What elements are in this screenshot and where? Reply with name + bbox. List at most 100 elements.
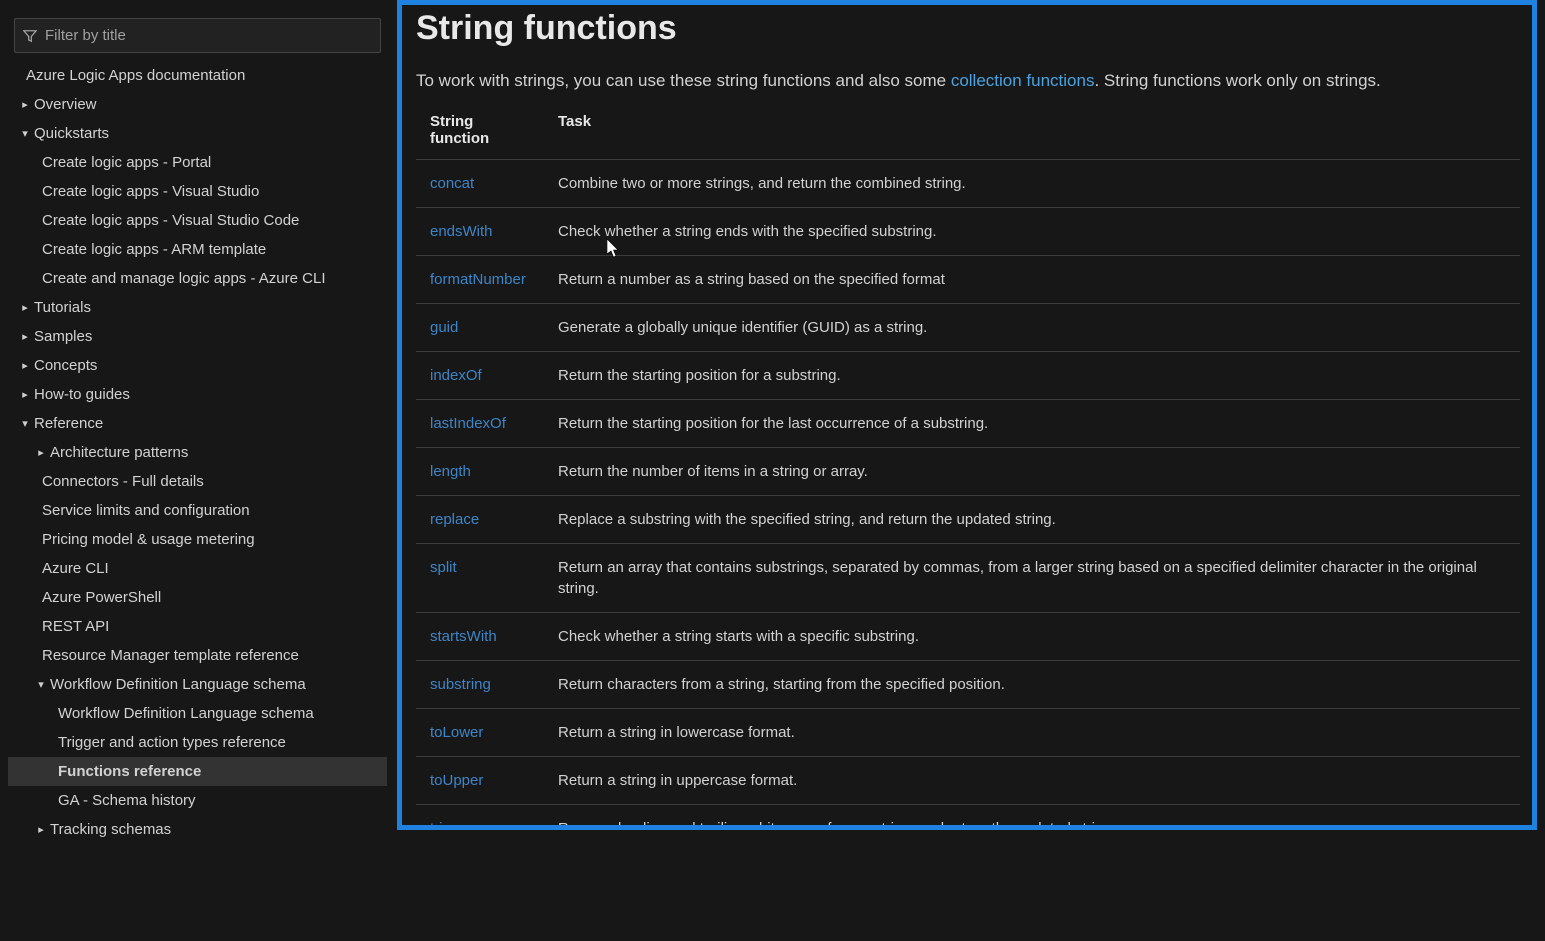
nav-label: Service limits and configuration [42, 502, 250, 519]
table-row: trimRemove leading and trailing whitespa… [416, 804, 1520, 830]
function-task-cell: Return the number of items in a string o… [544, 447, 1520, 495]
nav-label: Create logic apps - Portal [42, 154, 211, 171]
table-row: indexOfReturn the starting position for … [416, 351, 1520, 399]
table-row: split Return an array that contains subst… [416, 543, 1520, 612]
function-task-cell: Return a string in lowercase format. [544, 708, 1520, 756]
function-link[interactable]: formatNumber [430, 271, 526, 288]
nav-label: Workflow Definition Language schema [58, 705, 314, 722]
nav-samples[interactable]: ▸ Samples [8, 322, 387, 351]
nav-overview[interactable]: ▸ Overview [8, 90, 387, 119]
nav-label: Create logic apps - ARM template [42, 241, 266, 258]
function-link[interactable]: replace [430, 511, 479, 528]
table-row: endsWith Check whether a string ends with… [416, 207, 1520, 255]
nav-label: Trigger and action types reference [58, 734, 286, 751]
chevron-right-icon: ▸ [18, 388, 32, 401]
nav-root[interactable]: Azure Logic Apps documentation [8, 61, 387, 90]
nav-label: How-to guides [34, 386, 130, 403]
function-name-cell: startsWith [416, 612, 544, 660]
table-row: formatNumberReturn a number as a string … [416, 255, 1520, 303]
nav-ref-item[interactable]: Resource Manager template reference [8, 641, 387, 670]
nav-concepts[interactable]: ▸ Concepts [8, 351, 387, 380]
chevron-right-icon: ▸ [18, 98, 32, 111]
function-name-cell: replace [416, 495, 544, 543]
function-name-cell: formatNumber [416, 255, 544, 303]
table-row: guid Generate a globally unique identifie… [416, 303, 1520, 351]
nav-tutorials[interactable]: ▸ Tutorials [8, 293, 387, 322]
nav-architecture[interactable]: ▸ Architecture patterns [8, 438, 387, 467]
nav-quickstarts-item[interactable]: Create logic apps - Visual Studio [8, 177, 387, 206]
nav-quickstarts-item[interactable]: Create logic apps - ARM template [8, 235, 387, 264]
function-name-cell: lastIndexOf [416, 399, 544, 447]
nav-howto[interactable]: ▸ How-to guides [8, 380, 387, 409]
nav-ref-item[interactable]: Azure PowerShell [8, 583, 387, 612]
filter-box[interactable] [14, 18, 381, 53]
nav-tracking[interactable]: ▸ Tracking schemas [8, 815, 387, 844]
function-task-cell: Generate a globally unique identifier (G… [544, 303, 1520, 351]
function-name-cell: toLower [416, 708, 544, 756]
function-name-cell: substring [416, 660, 544, 708]
nav-wdls-item[interactable]: Trigger and action types reference [8, 728, 387, 757]
nav-label: Workflow Definition Language schema [50, 676, 306, 693]
nav-label: Quickstarts [34, 125, 109, 142]
function-link[interactable]: guid [430, 319, 458, 336]
nav-quickstarts-item[interactable]: Create and manage logic apps - Azure CLI [8, 264, 387, 293]
nav-wdls[interactable]: ▾ Workflow Definition Language schema [8, 670, 387, 699]
nav-label: Tracking schemas [50, 821, 171, 838]
function-link[interactable]: trim [430, 820, 455, 830]
function-link[interactable]: indexOf [430, 367, 482, 384]
nav-ref-item[interactable]: Service limits and configuration [8, 496, 387, 525]
nav-label: Azure Logic Apps documentation [26, 67, 245, 84]
nav-label: Functions reference [58, 763, 201, 780]
page-title: String functions [416, 9, 1520, 48]
nav-label: REST API [42, 618, 109, 635]
function-link[interactable]: startsWith [430, 628, 497, 645]
table-row: concatCombine two or more strings, and r… [416, 159, 1520, 207]
function-name-cell: toUpper [416, 756, 544, 804]
nav-label: Concepts [34, 357, 97, 374]
nav-reference[interactable]: ▾ Reference [8, 409, 387, 438]
nav-label: GA - Schema history [58, 792, 196, 809]
chevron-right-icon: ▸ [18, 330, 32, 343]
nav-label: Samples [34, 328, 92, 345]
function-link[interactable]: concat [430, 175, 474, 192]
chevron-down-icon: ▾ [18, 127, 32, 140]
table-row: length Return the number of items in a st… [416, 447, 1520, 495]
nav-quickstarts-item[interactable]: Create logic apps - Visual Studio Code [8, 206, 387, 235]
filter-input[interactable] [45, 27, 372, 44]
nav-wdls-item-active[interactable]: Functions reference [8, 757, 387, 786]
table-row: lastIndexOfReturn the starting position … [416, 399, 1520, 447]
table-row: toUpperReturn a string in uppercase form… [416, 756, 1520, 804]
function-link[interactable]: length [430, 463, 471, 480]
intro-text: To work with strings, you can use these … [416, 71, 951, 90]
highlighted-section: String functions To work with strings, y… [397, 0, 1537, 830]
nav-ref-item[interactable]: Connectors - Full details [8, 467, 387, 496]
function-link[interactable]: split [430, 559, 457, 576]
nav-ref-item[interactable]: Azure CLI [8, 554, 387, 583]
function-link[interactable]: substring [430, 676, 491, 693]
function-name-cell: concat [416, 159, 544, 207]
function-link[interactable]: toUpper [430, 772, 483, 789]
nav-ref-item[interactable]: Pricing model & usage metering [8, 525, 387, 554]
function-task-cell: Return an array that contains substrings… [544, 543, 1520, 612]
function-link[interactable]: endsWith [430, 223, 493, 240]
nav-label: Create logic apps - Visual Studio [42, 183, 259, 200]
nav-ref-item[interactable]: REST API [8, 612, 387, 641]
chevron-down-icon: ▾ [18, 417, 32, 430]
nav-quickstarts[interactable]: ▾ Quickstarts [8, 119, 387, 148]
nav-wdls-item[interactable]: GA - Schema history [8, 786, 387, 815]
function-link[interactable]: lastIndexOf [430, 415, 506, 432]
filter-icon [23, 29, 37, 43]
nav-wdls-item[interactable]: Workflow Definition Language schema [8, 699, 387, 728]
collection-functions-link[interactable]: collection functions [951, 71, 1095, 90]
nav-label: Create and manage logic apps - Azure CLI [42, 270, 326, 287]
table-row: replaceReplace a substring with the spec… [416, 495, 1520, 543]
nav-quickstarts-item[interactable]: Create logic apps - Portal [8, 148, 387, 177]
chevron-right-icon: ▸ [18, 359, 32, 372]
function-link[interactable]: toLower [430, 724, 483, 741]
nav-label: Azure PowerShell [42, 589, 161, 606]
function-task-cell: Check whether a string ends with the spe… [544, 207, 1520, 255]
chevron-down-icon: ▾ [34, 678, 48, 691]
nav-label: Architecture patterns [50, 444, 188, 461]
nav-label: Azure CLI [42, 560, 109, 577]
chevron-right-icon: ▸ [34, 446, 48, 459]
